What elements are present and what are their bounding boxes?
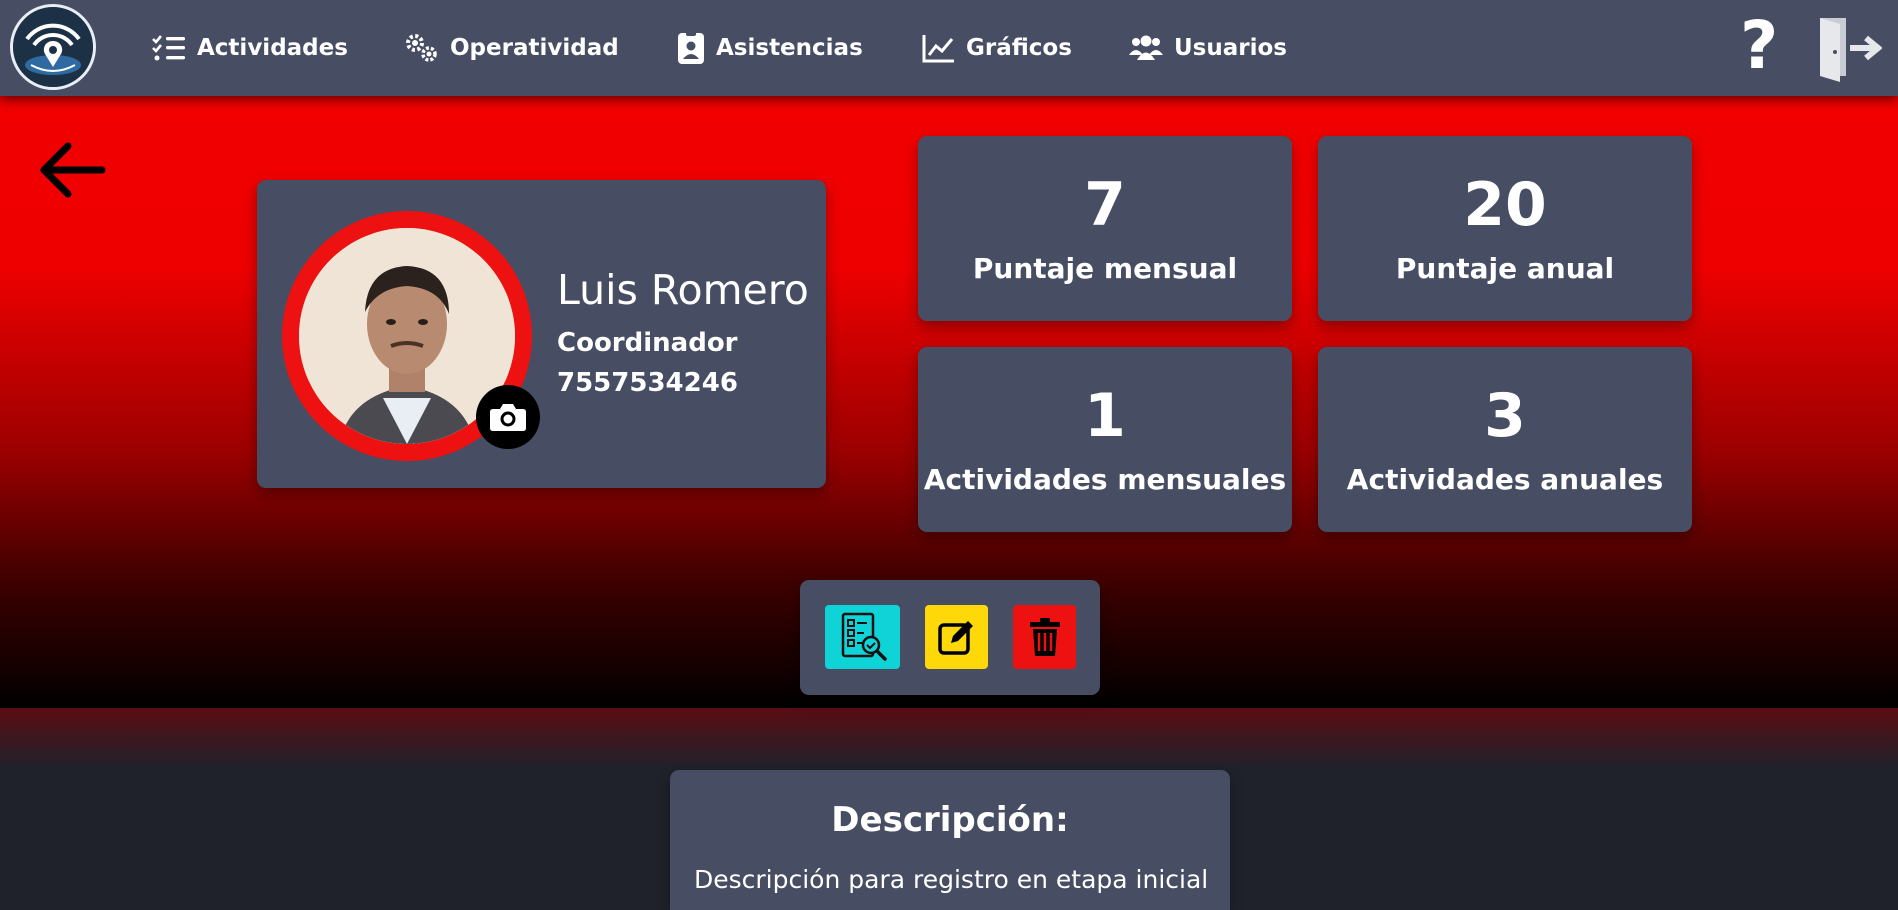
camera-icon xyxy=(490,404,526,431)
user-phone: 7557534246 xyxy=(557,368,738,398)
wifi-location-logo-icon xyxy=(13,7,93,87)
stat-card-annual-score: 20 Puntaje anual xyxy=(1318,136,1692,321)
app-logo[interactable] xyxy=(10,4,96,90)
profile-card: Luis Romero Coordinador 7557534246 xyxy=(257,180,826,488)
trash-icon xyxy=(1029,618,1060,656)
nav-label: Actividades xyxy=(197,35,348,61)
stat-value: 20 xyxy=(1463,170,1547,240)
users-icon xyxy=(1129,35,1163,60)
hero-fade xyxy=(0,708,1898,768)
nav-operatividad[interactable]: Operatividad xyxy=(404,28,619,68)
nav-label: Asistencias xyxy=(716,35,863,61)
edit-user-button[interactable] xyxy=(925,605,988,669)
stat-label: Actividades mensuales xyxy=(923,463,1287,496)
nav-label: Usuarios xyxy=(1174,35,1287,61)
stat-label: Puntaje anual xyxy=(1395,252,1615,285)
description-text: Descripción para registro en etapa inici… xyxy=(694,865,1209,894)
stat-value: 3 xyxy=(1484,381,1526,451)
help-icon[interactable]: ? xyxy=(1740,6,1778,86)
id-badge-icon xyxy=(678,31,704,64)
stat-card-monthly-activities: 1 Actividades mensuales xyxy=(918,347,1292,532)
change-photo-button[interactable] xyxy=(476,385,540,449)
delete-user-button[interactable] xyxy=(1013,605,1076,669)
back-arrow-icon[interactable] xyxy=(36,140,106,204)
nav-label: Operatividad xyxy=(450,35,619,61)
description-title: Descripción: xyxy=(831,800,1069,840)
checklist-icon xyxy=(152,35,185,61)
stat-card-monthly-score: 7 Puntaje mensual xyxy=(918,136,1292,321)
user-role: Coordinador xyxy=(557,328,738,358)
stat-value: 1 xyxy=(1084,381,1126,451)
gears-icon xyxy=(406,34,437,62)
line-chart-icon xyxy=(922,35,954,63)
nav-label: Gráficos xyxy=(966,35,1072,61)
top-navbar: Actividades Operatividad Asistencias Grá… xyxy=(0,0,1898,96)
checklist-search-icon xyxy=(841,612,887,661)
description-card: Descripción: Descripción para registro e… xyxy=(670,770,1230,910)
nav-usuarios[interactable]: Usuarios xyxy=(1128,28,1287,68)
avatar-ring xyxy=(282,211,540,461)
user-name: Luis Romero xyxy=(557,266,809,314)
action-toolbar xyxy=(800,580,1100,695)
stat-label: Actividades anuales xyxy=(1346,463,1664,496)
stat-label: Puntaje mensual xyxy=(972,252,1238,285)
stat-value: 7 xyxy=(1084,170,1126,240)
edit-icon xyxy=(937,621,973,655)
nav-asistencias[interactable]: Asistencias xyxy=(676,28,863,68)
review-activities-button[interactable] xyxy=(825,605,900,669)
stat-card-annual-activities: 3 Actividades anuales xyxy=(1318,347,1692,532)
logout-icon[interactable] xyxy=(1816,12,1883,86)
nav-actividades[interactable]: Actividades xyxy=(151,28,348,68)
nav-graficos[interactable]: Gráficos xyxy=(922,28,1072,68)
